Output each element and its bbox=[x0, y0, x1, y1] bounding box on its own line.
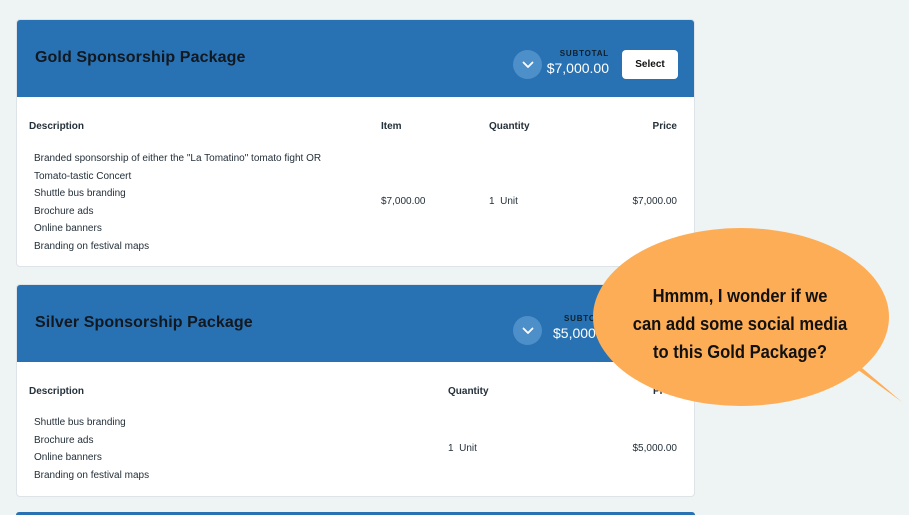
gold-package-title: Gold Sponsorship Package bbox=[35, 49, 246, 66]
list-item: Branding on festival maps bbox=[34, 240, 150, 252]
gold-select-button[interactable]: Select bbox=[622, 50, 678, 79]
silver-price-value: $5,000.00 bbox=[632, 443, 678, 454]
gold-expand-toggle[interactable] bbox=[513, 50, 542, 79]
gold-col-description: Description bbox=[29, 121, 85, 132]
callout-line: to this Gold Package? bbox=[653, 342, 827, 362]
gold-col-quantity: Quantity bbox=[489, 121, 530, 132]
list-item: Branded sponsorship of either the "La To… bbox=[34, 153, 322, 164]
gold-subtotal: SUBTOTAL $7,000.00 bbox=[545, 49, 609, 76]
silver-description-list: Shuttle bus branding Brochure ads Online… bbox=[34, 414, 149, 484]
gold-subtotal-label: SUBTOTAL bbox=[559, 49, 609, 58]
list-item: Brochure ads bbox=[34, 434, 94, 446]
silver-package-title: Silver Sponsorship Package bbox=[35, 314, 253, 331]
list-item: Tomato-tastic Concert bbox=[34, 170, 132, 182]
gold-item-value: $7,000.00 bbox=[381, 196, 426, 207]
silver-quantity-value: 1 Unit bbox=[448, 443, 477, 454]
callout-line: Hmmm, I wonder if we bbox=[652, 286, 828, 306]
gold-description-list: Branded sponsorship of either the "La To… bbox=[34, 150, 321, 256]
chevron-down-icon bbox=[522, 61, 533, 68]
gold-package-header: Gold Sponsorship Package SUBTOTAL $7,000… bbox=[17, 20, 694, 97]
callout-text: Hmmm, I wonder if we can add some social… bbox=[622, 282, 858, 366]
chevron-down-icon bbox=[522, 327, 533, 334]
callout-line: can add some social media bbox=[632, 314, 848, 334]
silver-subtotal-label: SUBTO bbox=[564, 314, 596, 323]
silver-col-quantity: Quantity bbox=[448, 386, 489, 397]
gold-quantity-value: 1 Unit bbox=[489, 196, 518, 207]
gold-subtotal-amount: $7,000.00 bbox=[546, 60, 609, 76]
gold-price-value: $7,000.00 bbox=[632, 196, 678, 207]
silver-col-price: Pr bbox=[653, 386, 664, 397]
list-item: Online banners bbox=[34, 223, 102, 235]
list-item: Shuttle bus branding bbox=[34, 417, 126, 428]
silver-package-header: Silver Sponsorship Package SUBTO $5,000. bbox=[17, 285, 694, 362]
silver-package-card: Silver Sponsorship Package SUBTO $5,000.… bbox=[16, 284, 695, 497]
silver-col-description: Description bbox=[29, 386, 85, 397]
list-item: Online banners bbox=[34, 452, 102, 464]
gold-package-card: Gold Sponsorship Package SUBTOTAL $7,000… bbox=[16, 19, 695, 267]
silver-expand-toggle[interactable] bbox=[513, 316, 542, 345]
list-item: Shuttle bus branding bbox=[34, 188, 126, 200]
list-item: Brochure ads bbox=[34, 205, 94, 217]
silver-subtotal-amount: $5,000. bbox=[553, 325, 600, 341]
silver-subtotal: SUBTO $5,000. bbox=[553, 314, 633, 341]
list-item: Branding on festival maps bbox=[34, 469, 150, 481]
gold-col-item: Item bbox=[381, 121, 402, 132]
gold-col-price: Price bbox=[652, 121, 677, 132]
